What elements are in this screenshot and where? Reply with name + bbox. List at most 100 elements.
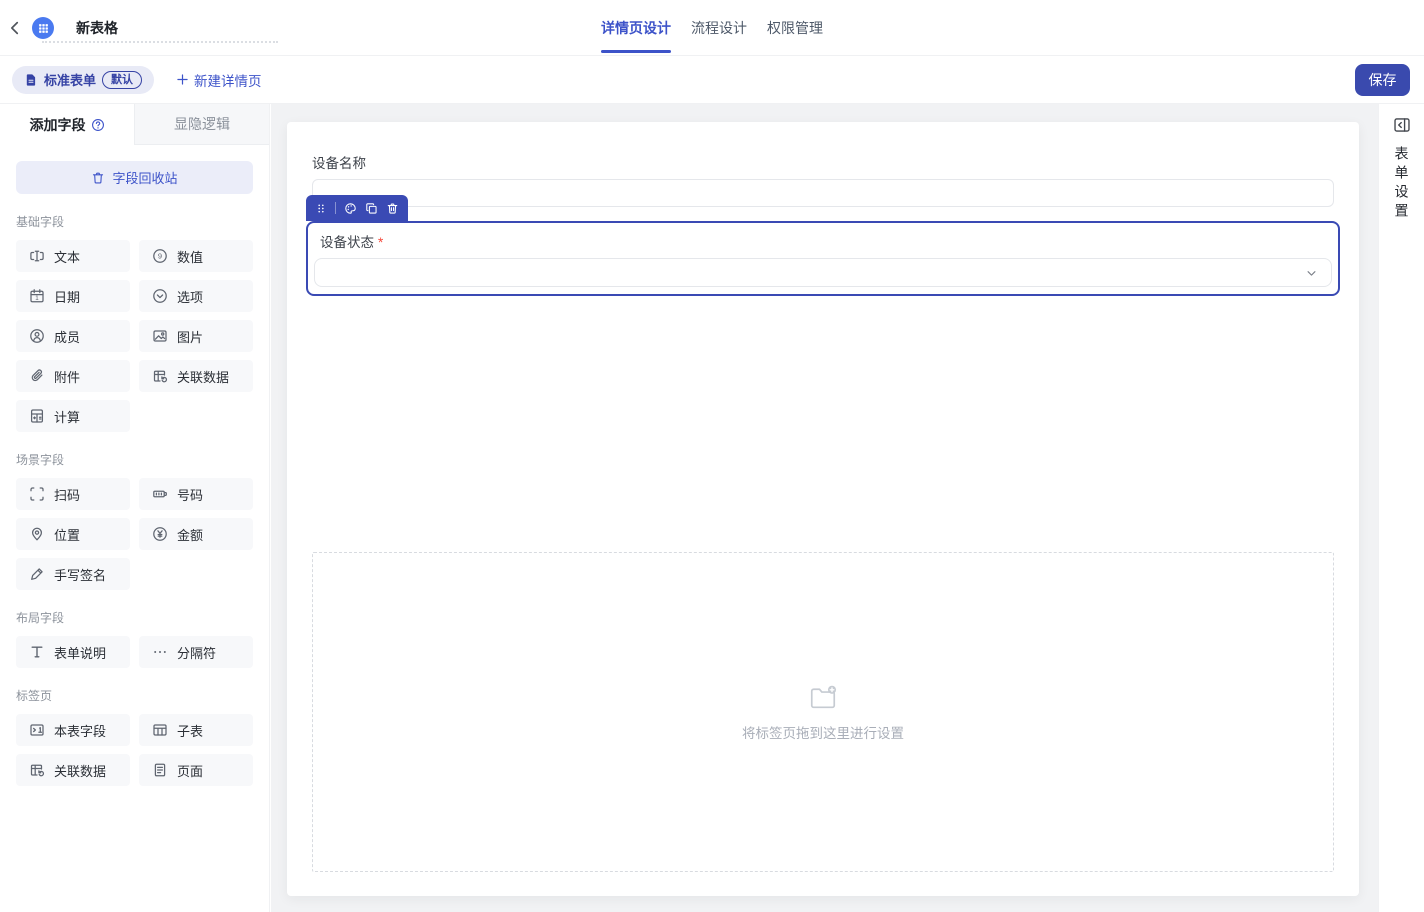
field-item-label: 分隔符 [177, 643, 216, 662]
field-item-label: 表单说明 [54, 643, 106, 662]
field-item[interactable]: 9 数值 [139, 240, 253, 272]
delete-icon[interactable] [386, 202, 399, 215]
toolbar-divider [335, 202, 336, 214]
table-fields-icon [29, 722, 45, 738]
page-icon [152, 762, 168, 778]
field-item[interactable]: 金额 [139, 518, 253, 550]
field-item[interactable]: 手写签名 [16, 558, 130, 590]
top-header: 新表格 详情页设计流程设计权限管理 [0, 0, 1424, 56]
field-item-label: 选项 [177, 287, 203, 306]
field-item[interactable]: 附件 [16, 360, 130, 392]
field-sidebar: 添加字段 显隐逻辑 字段回收站 基础字段文本9数值1日期选项成员图片附件关联数据… [0, 104, 270, 912]
field-item[interactable]: 关联数据 [139, 360, 253, 392]
field-item-label: 关联数据 [177, 367, 229, 386]
field-group: 布局字段表单说明 分隔符 [16, 609, 253, 668]
canvas-area: 设备名称 设备状态* 将标签 [271, 104, 1378, 912]
designer-toolbar: 标准表单 默认 新建详情页 保存 [0, 56, 1424, 104]
field-item[interactable]: 图片 [139, 320, 253, 352]
style-palette-icon[interactable] [344, 202, 357, 215]
field-item-label: 本表字段 [54, 721, 106, 740]
image-icon [152, 328, 168, 344]
calculate-icon [29, 408, 45, 424]
text-field-icon [29, 248, 45, 264]
tab-add-field[interactable]: 添加字段 [0, 104, 134, 145]
field-item-label: 金额 [177, 525, 203, 544]
collapse-panel-icon[interactable] [1393, 116, 1411, 134]
field-item[interactable]: 子表 [139, 714, 253, 746]
field-item-label: 号码 [177, 485, 203, 504]
field-item[interactable]: 表单说明 [16, 636, 130, 668]
option-icon [152, 288, 168, 304]
field-group: 基础字段文本9数值1日期选项成员图片附件关联数据计算 [16, 213, 253, 432]
plus-icon [176, 73, 189, 86]
scan-icon [29, 486, 45, 502]
number-icon: 9 [152, 248, 168, 264]
field-recycle-bin-label: 字段回收站 [112, 168, 177, 187]
top-tabs: 详情页设计流程设计权限管理 [601, 0, 823, 56]
title-dotted-underline [42, 41, 278, 43]
field-item-label: 页面 [177, 761, 203, 780]
chevron-down-icon [1305, 267, 1318, 280]
field-item-label: 位置 [54, 525, 80, 544]
field-item[interactable]: 1 日期 [16, 280, 130, 312]
attachment-icon [29, 368, 45, 384]
new-detail-page-label: 新建详情页 [194, 70, 262, 90]
date-icon: 1 [29, 288, 45, 304]
form-canvas: 设备名称 设备状态* 将标签 [287, 122, 1359, 896]
field-item[interactable]: 扫码 [16, 478, 130, 510]
field-item[interactable]: 关联数据 [16, 754, 130, 786]
form-pill-label: 标准表单 [44, 70, 96, 89]
new-detail-page-button[interactable]: 新建详情页 [176, 70, 262, 90]
grid-app-icon [37, 22, 50, 35]
signature-icon [29, 566, 45, 582]
drag-handle-icon[interactable] [315, 202, 327, 215]
form-field-device-status-selected[interactable]: 设备状态* [306, 221, 1340, 296]
location-icon [29, 526, 45, 542]
field-item[interactable]: 本表字段 [16, 714, 130, 746]
sidebar-field-groups: 基础字段文本9数值1日期选项成员图片附件关联数据计算场景字段扫码号码位置金额手写… [0, 213, 269, 786]
field-item[interactable]: 文本 [16, 240, 130, 272]
member-icon [29, 328, 45, 344]
standard-form-pill[interactable]: 标准表单 默认 [12, 66, 154, 94]
field-item[interactable]: 选项 [139, 280, 253, 312]
device-status-select[interactable] [314, 258, 1332, 287]
field-item-label: 成员 [54, 327, 80, 346]
help-question-icon[interactable] [91, 118, 105, 132]
field-item[interactable]: 页面 [139, 754, 253, 786]
field-recycle-bin-button[interactable]: 字段回收站 [16, 161, 253, 194]
app-logo [32, 17, 54, 39]
field-item-label: 数值 [177, 247, 203, 266]
field-item-label: 计算 [54, 407, 80, 426]
field-item[interactable]: 号码 [139, 478, 253, 510]
field-group: 场景字段扫码 号码位置 金额手写签名 [16, 451, 253, 590]
tab-page-dropzone[interactable]: 将标签页拖到这里进行设置 [312, 552, 1334, 872]
currency-icon [152, 526, 168, 542]
default-badge: 默认 [102, 71, 142, 89]
top-tab-2[interactable]: 权限管理 [767, 0, 823, 56]
device-name-input[interactable] [312, 179, 1334, 207]
save-button[interactable]: 保存 [1355, 64, 1410, 96]
top-tab-1[interactable]: 流程设计 [691, 0, 747, 56]
svg-text:1: 1 [35, 295, 39, 302]
field-item[interactable]: 成员 [16, 320, 130, 352]
selected-field-toolbar [306, 195, 408, 221]
top-tab-0[interactable]: 详情页设计 [601, 0, 671, 56]
duplicate-icon[interactable] [365, 202, 378, 215]
svg-text:9: 9 [158, 252, 162, 261]
tab-visibility-logic[interactable]: 显隐逻辑 [134, 104, 269, 145]
field-item[interactable]: 计算 [16, 400, 130, 432]
form-settings-title[interactable]: 表单设置 [1392, 146, 1412, 222]
field-group-title: 场景字段 [16, 451, 253, 468]
linked-data-icon [152, 368, 168, 384]
form-settings-rail: 表单设置 [1378, 104, 1424, 912]
back-button[interactable] [6, 19, 24, 37]
field-item-label: 附件 [54, 367, 80, 386]
field-item[interactable]: 分隔符 [139, 636, 253, 668]
field-item-label: 日期 [54, 287, 80, 306]
form-field-device-name[interactable]: 设备名称 [312, 122, 1334, 207]
field-item[interactable]: 位置 [16, 518, 130, 550]
field-label: 设备状态* [320, 231, 1332, 251]
field-group-title: 布局字段 [16, 609, 253, 626]
field-group: 标签页本表字段子表关联数据页面 [16, 687, 253, 786]
form-title[interactable]: 新表格 [76, 18, 118, 38]
